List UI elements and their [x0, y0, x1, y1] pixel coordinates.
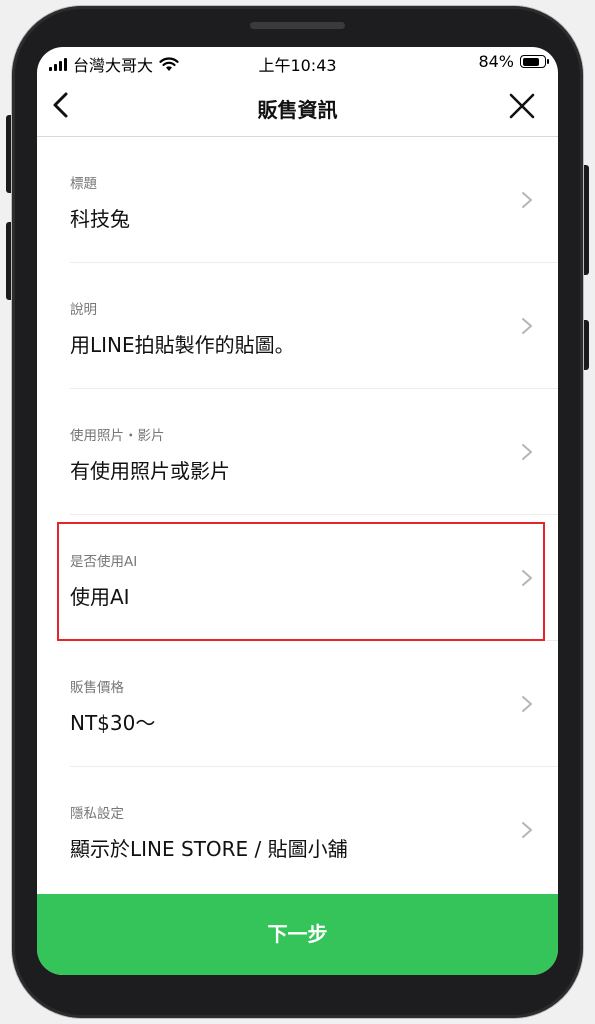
battery-cap [547, 59, 549, 64]
list-item-ai-usage[interactable]: 是否使用AI 使用AI [37, 515, 558, 641]
item-label: 標題 [70, 176, 97, 192]
chevron-right-icon [522, 192, 532, 208]
list-item-privacy[interactable]: 隱私設定 顯示於LINE STORE / 貼圖小舖 [37, 767, 558, 893]
item-label: 使用照片・影片 [70, 428, 165, 444]
close-icon[interactable] [508, 92, 536, 120]
sales-info-list: 標題 科技兔 說明 用LINE拍貼製作的貼圖。 使用照片・影片 有使用照片或影片… [37, 137, 558, 893]
phone-frame: 台灣大哥大 上午10:43 84% 販售資訊 標題 科技兔 說明 用LINE拍貼… [0, 0, 595, 1024]
item-value: 有使用照片或影片 [70, 459, 230, 483]
item-label: 說明 [70, 302, 97, 318]
speaker-grille [250, 22, 345, 29]
item-label: 販售價格 [70, 680, 124, 696]
next-button[interactable]: 下一步 [37, 894, 558, 975]
chevron-right-icon [522, 696, 532, 712]
status-right: 84% [478, 52, 549, 71]
nav-bar: 販售資訊 [37, 77, 558, 137]
item-value: 顯示於LINE STORE / 貼圖小舖 [70, 837, 348, 861]
screen: 台灣大哥大 上午10:43 84% 販售資訊 標題 科技兔 說明 用LINE拍貼… [37, 47, 558, 975]
chevron-right-icon [522, 570, 532, 586]
list-item-price[interactable]: 販售價格 NT$30～ [37, 641, 558, 767]
battery-icon [520, 55, 549, 68]
item-value: 使用AI [70, 585, 130, 609]
page-title: 販售資訊 [257, 98, 338, 122]
status-bar: 台灣大哥大 上午10:43 84% [37, 47, 558, 77]
item-label: 是否使用AI [70, 554, 138, 570]
item-label: 隱私設定 [70, 806, 124, 822]
battery-fill [522, 57, 540, 66]
list-item-title[interactable]: 標題 科技兔 [37, 137, 558, 263]
item-value: NT$30～ [70, 711, 156, 735]
item-value: 用LINE拍貼製作的貼圖。 [70, 333, 295, 357]
chevron-right-icon [522, 822, 532, 838]
battery-percent: 84% [478, 52, 514, 71]
list-item-description[interactable]: 說明 用LINE拍貼製作的貼圖。 [37, 263, 558, 389]
list-item-photo-video[interactable]: 使用照片・影片 有使用照片或影片 [37, 389, 558, 515]
chevron-right-icon [522, 444, 532, 460]
item-value: 科技兔 [70, 207, 130, 231]
chevron-right-icon [522, 318, 532, 334]
